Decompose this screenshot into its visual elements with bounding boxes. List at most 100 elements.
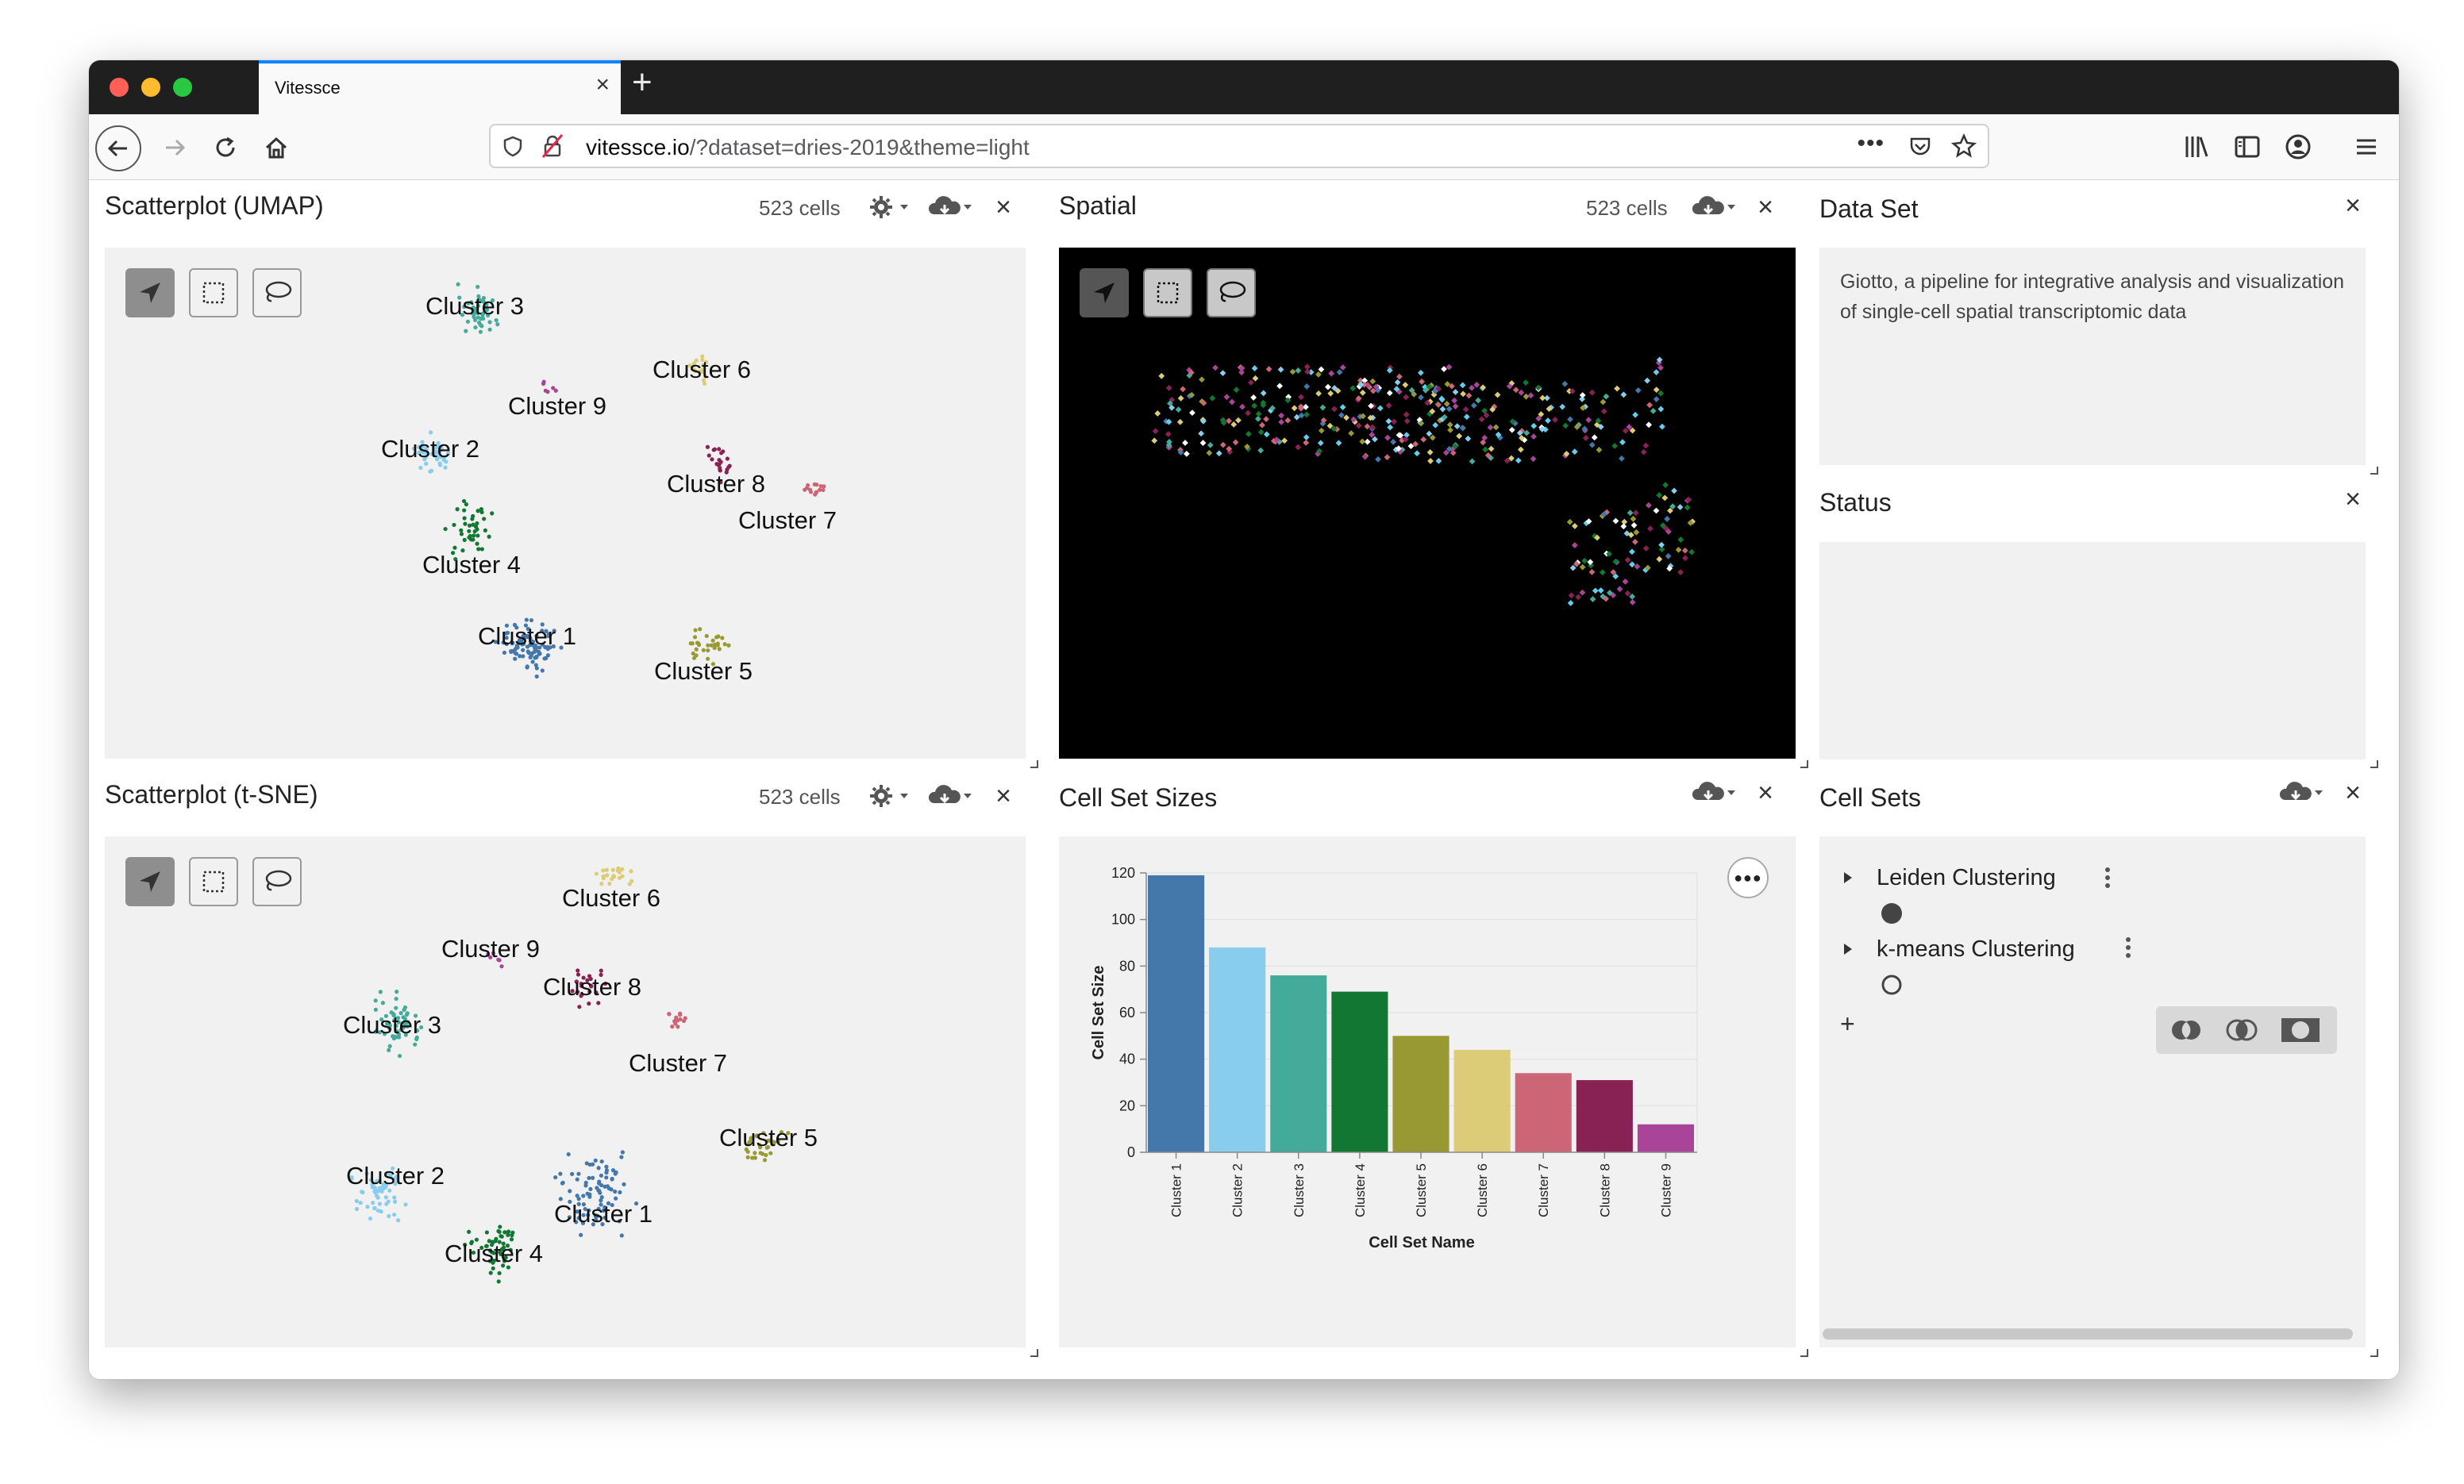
spatial-plot-area[interactable] — [1059, 248, 1796, 759]
home-button[interactable] — [254, 125, 298, 170]
expand-caret-icon[interactable] — [1840, 941, 1856, 957]
bookmark-star-icon[interactable] — [1951, 133, 1977, 159]
resize-handle[interactable] — [2370, 1349, 2378, 1357]
umap-cluster-label: Cluster 6 — [653, 356, 752, 383]
spatial-cell-count: 523 cells — [1586, 196, 1668, 220]
radio-unselected-icon[interactable] — [1880, 973, 1904, 997]
tree-node-leiden[interactable] — [1840, 870, 1856, 890]
url-text[interactable]: vitessce.io/?dataset=dries-2019&theme=li… — [586, 135, 1030, 160]
cell-sets-tree: Leiden Clustering k-means Clustering + — [1819, 836, 2366, 1348]
spatial-scatter[interactable] — [1059, 248, 1796, 759]
x-tick-label: Cluster 1 — [1169, 1163, 1184, 1217]
complement-icon[interactable] — [2280, 1016, 2321, 1044]
expand-caret-icon[interactable] — [1840, 870, 1856, 886]
umap-title: Scatterplot (UMAP) — [105, 191, 324, 220]
umap-scatter[interactable] — [105, 248, 1026, 759]
bar-cluster-9[interactable] — [1637, 1124, 1694, 1152]
x-axis-label: Cell Set Name — [1369, 1234, 1474, 1251]
resize-handle[interactable] — [2370, 760, 2378, 768]
bar-cluster-7[interactable] — [1515, 1073, 1572, 1152]
spatial-title: Spatial — [1059, 191, 1137, 220]
download-cloud-icon[interactable] — [926, 780, 978, 812]
home-icon — [265, 136, 287, 159]
bar-cluster-5[interactable] — [1392, 1036, 1450, 1152]
resize-handle[interactable] — [2370, 467, 2378, 475]
download-cloud-icon[interactable] — [926, 191, 978, 223]
y-tick-label: 20 — [1119, 1098, 1135, 1113]
vitessce-grid: Scatterplot (UMAP) 523 cells × Cluster 3… — [89, 180, 2399, 1379]
resize-handle[interactable] — [1800, 760, 1808, 768]
shield-icon[interactable] — [502, 135, 524, 157]
page-actions-icon[interactable]: ••• — [1857, 130, 1885, 157]
reload-icon — [216, 136, 235, 157]
x-tick-label: Cluster 5 — [1414, 1163, 1429, 1217]
dataset-close-icon[interactable]: × — [2337, 190, 2369, 221]
bar-cluster-4[interactable] — [1331, 991, 1388, 1152]
library-icon[interactable] — [2183, 133, 2210, 160]
bar-cluster-8[interactable] — [1576, 1080, 1633, 1152]
intersection-icon[interactable] — [2224, 1017, 2259, 1043]
more-vertical-icon[interactable] — [2123, 935, 2134, 962]
resize-handle[interactable] — [1800, 1349, 1808, 1357]
minimize-window-button[interactable] — [141, 78, 160, 97]
tree-label-kmeans[interactable]: k-means Clustering — [1877, 936, 2075, 963]
settings-gear-icon[interactable] — [867, 780, 914, 812]
add-set-button[interactable]: + — [1840, 1009, 1855, 1039]
bar-cluster-1[interactable] — [1148, 875, 1205, 1152]
y-tick-label: 80 — [1119, 958, 1135, 974]
cell-sets-close-icon[interactable]: × — [2337, 777, 2369, 809]
y-tick-label: 40 — [1119, 1051, 1135, 1067]
download-cloud-icon[interactable] — [1689, 191, 1742, 223]
umap-cluster-label: Cluster 8 — [667, 470, 766, 498]
umap-close-icon[interactable]: × — [988, 191, 1019, 223]
dataset-description-box: Giotto, a pipeline for integrative analy… — [1819, 248, 2366, 465]
resize-handle[interactable] — [1030, 1349, 1038, 1357]
radio-selected-icon[interactable] — [1880, 902, 1904, 925]
tsne-cluster-label: Cluster 3 — [343, 1011, 442, 1039]
chart-actions-menu-button[interactable]: ●●● — [1727, 857, 1769, 898]
browser-tab[interactable]: Vitessce × — [259, 60, 621, 114]
union-icon[interactable] — [2169, 1017, 2204, 1043]
close-window-button[interactable] — [110, 78, 129, 97]
tab-close-icon[interactable]: × — [595, 73, 610, 97]
account-icon[interactable] — [2285, 133, 2312, 160]
more-vertical-icon[interactable] — [2102, 865, 2113, 892]
insecure-lock-icon[interactable] — [540, 133, 565, 159]
x-tick-label: Cluster 6 — [1475, 1163, 1490, 1217]
new-tab-icon[interactable]: + — [632, 65, 653, 100]
tsne-scatter[interactable] — [105, 836, 1026, 1348]
tree-node-kmeans[interactable] — [1840, 941, 1856, 961]
forward-button[interactable] — [152, 125, 197, 170]
tsne-cluster-label: Cluster 2 — [346, 1162, 445, 1190]
resize-handle[interactable] — [1030, 760, 1038, 768]
umap-cluster-label: Cluster 9 — [508, 392, 607, 420]
url-bar[interactable]: vitessce.io/?dataset=dries-2019&theme=li… — [489, 124, 1989, 168]
tree-label-leiden[interactable]: Leiden Clustering — [1877, 865, 2056, 891]
bar-cluster-6[interactable] — [1453, 1049, 1511, 1152]
bar-cluster-3[interactable] — [1270, 975, 1327, 1152]
horizontal-scrollbar[interactable] — [1823, 1328, 2353, 1340]
status-close-icon[interactable]: × — [2337, 483, 2369, 515]
x-tick-label: Cluster 3 — [1292, 1163, 1307, 1217]
tsne-cluster-label: Cluster 1 — [554, 1200, 653, 1228]
bar-cluster-2[interactable] — [1209, 947, 1266, 1152]
tsne-cluster-label: Cluster 5 — [719, 1124, 818, 1151]
cell-set-sizes-close-icon[interactable]: × — [1750, 777, 1781, 809]
sidebar-icon[interactable] — [2234, 133, 2261, 160]
download-cloud-icon[interactable] — [1689, 777, 1742, 809]
tsne-close-icon[interactable]: × — [988, 780, 1019, 812]
spatial-close-icon[interactable]: × — [1750, 191, 1781, 223]
maximize-window-button[interactable] — [173, 78, 192, 97]
pocket-icon[interactable] — [1908, 135, 1932, 159]
menu-icon[interactable] — [2353, 133, 2380, 160]
reload-button[interactable] — [203, 125, 248, 170]
download-cloud-icon[interactable] — [2277, 777, 2329, 809]
back-button[interactable] — [95, 125, 141, 171]
tsne-plot-area[interactable]: Cluster 6 Cluster 9 Cluster 8 Cluster 3 … — [105, 836, 1026, 1348]
settings-gear-icon[interactable] — [867, 191, 914, 223]
umap-plot-area[interactable]: Cluster 3 Cluster 6 Cluster 9 Cluster 2 … — [105, 248, 1026, 759]
cell-set-sizes-title: Cell Set Sizes — [1059, 783, 1218, 812]
back-arrow-icon — [107, 140, 127, 157]
y-axis-label: Cell Set Size — [1090, 966, 1107, 1060]
y-tick-label: 60 — [1119, 1005, 1135, 1021]
